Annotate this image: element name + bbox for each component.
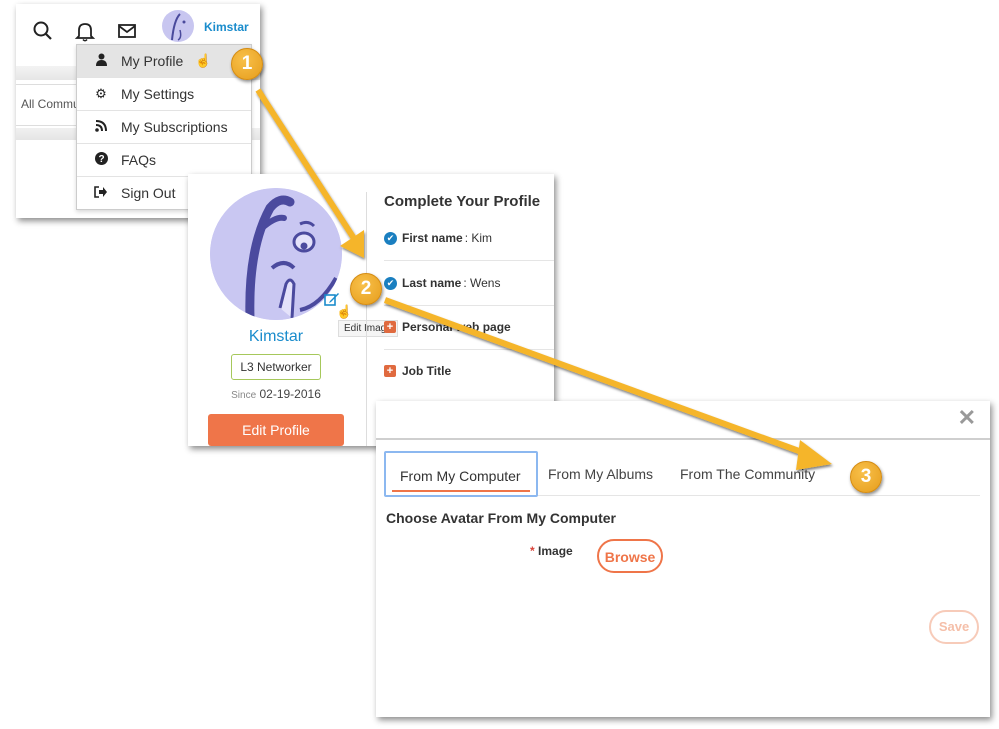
annotation-arrows: [255, 88, 832, 470]
arrow-2-to-3: [383, 297, 832, 470]
callout-3: 3: [850, 461, 882, 493]
callout-1: 1: [231, 48, 263, 80]
callout-2: 2: [350, 273, 382, 305]
arrow-1-to-2: [255, 88, 364, 258]
